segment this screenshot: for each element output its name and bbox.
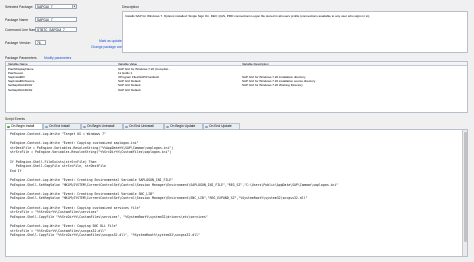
package-version-field[interactable]: 76 — [35, 40, 46, 45]
table-row[interactable]: SetSapWorkDirDir SAP GUI Default — [6, 88, 467, 92]
code-line: PoEngine.Context.Log.Write "Event: Creat… — [10, 178, 174, 182]
code-line: PoEngine.Context.Log.Write "Target OS = … — [10, 132, 106, 136]
table-cell: SetSapWorkDirDir — [8, 87, 33, 92]
code-line: PoEngine.Context.Log.Write "Event: Copyi… — [10, 224, 118, 228]
code-line: PoEngine.Context.Log.Write "Event: Copyi… — [10, 205, 141, 210]
package-name-value: SAPGUI_7 — [37, 18, 53, 22]
code-line: PoEngine.Shell.CopyFile strSrcFile, strD… — [10, 164, 106, 169]
script-icon — [125, 125, 128, 129]
column-header[interactable]: Variable Value — [118, 62, 198, 66]
package-version-label: Package Version — [5, 41, 31, 45]
parameters-header: Variable Name Variable Value Variable De… — [6, 62, 467, 66]
code-line: strSrcFile = PoEngine.Variables.ResolveS… — [10, 150, 172, 155]
column-header[interactable]: Variable Name — [8, 62, 78, 66]
description-label: Description — [122, 5, 139, 9]
package-name-label: Package Name — [5, 18, 29, 22]
script-icon — [83, 125, 86, 129]
description-text: Installs SAP for Windows 7. Options inst… — [125, 13, 370, 18]
code-line: If PoEngine.Shell.FileExists(strSrcFile)… — [10, 159, 97, 164]
tab-label: On Begin Install — [11, 124, 35, 128]
table-cell: SAP GUI Default — [118, 87, 141, 92]
script-icon — [45, 125, 48, 129]
tab-label: On End Install — [49, 124, 70, 128]
code-line: PoEngine.Shell.CopyFile "%%SrcDir%%\Cust… — [10, 214, 208, 219]
command-line-name-value: STBTC_SAPGUI_7 — [37, 28, 65, 32]
selected-package-value: SAPGUI_7 — [37, 5, 53, 9]
package-version-value: 76 — [37, 41, 41, 45]
package-parameters-label: Package Parameters — [5, 56, 37, 60]
modify-parameters-link[interactable]: Modify parameters — [44, 56, 71, 60]
script-icon — [7, 125, 10, 129]
script-editor[interactable]: PoEngine.Context.Log.Write "Target OS = … — [5, 129, 468, 257]
code-line: End If — [10, 168, 22, 173]
tab-label: On End Update — [209, 124, 232, 128]
scrollbar-thumb[interactable] — [463, 132, 468, 242]
script-events-label: Script Events — [5, 117, 25, 121]
script-icon — [205, 125, 208, 129]
command-line-name-field[interactable]: STBTC_SAPGUI_7 — [35, 27, 77, 32]
selected-package-dropdown[interactable]: SAPGUI_7 ▾ — [35, 4, 77, 9]
mark-updated-link[interactable]: Mark as updated — [99, 39, 124, 43]
column-header[interactable]: Variable Description — [242, 62, 322, 66]
tab-label: On Begin Update — [170, 124, 196, 128]
selected-package-label: Selected Package: — [5, 5, 34, 9]
tab-label: On End Uninstall — [129, 124, 154, 128]
code-line: PoEngine.Shell.CopyFile "%%SrcDir%%\Cust… — [10, 233, 200, 238]
package-name-field[interactable]: SAPGUI_7 — [35, 17, 77, 22]
code-line: PoEngine.Shell.SetRegValue "HKLM\SYSTEM\… — [10, 182, 339, 187]
vertical-scrollbar[interactable] — [462, 130, 468, 256]
code-line: PoEngine.Context.Log.Write "Event: Creat… — [10, 191, 154, 196]
code-line: strDestFile = PoEngine.Variables.Resolve… — [10, 145, 174, 150]
code-line: PoEngine.Context.Log.Write "Event: Copyi… — [10, 141, 139, 146]
script-icon — [166, 125, 169, 129]
tab-label: On Begin Uninstall — [87, 124, 115, 128]
chevron-down-icon[interactable]: ▾ — [72, 5, 76, 8]
code-line: PoEngine.Shell.SetRegValue "HKLM\SYSTEM\… — [10, 196, 308, 201]
code-line: strSrcFile = "%%SrcDir%%\CustomFiles\ser… — [10, 210, 99, 215]
description-box[interactable]: Installs SAP for Windows 7. Options inst… — [122, 11, 468, 53]
code-line: strSrcFile = "%%SrcDir%%\CustomFiles\snc… — [10, 228, 106, 233]
command-line-name-label: Command Line Name — [5, 28, 38, 32]
parameters-grid[interactable]: Variable Name Variable Value Variable De… — [5, 61, 468, 113]
table-cell — [242, 88, 462, 92]
